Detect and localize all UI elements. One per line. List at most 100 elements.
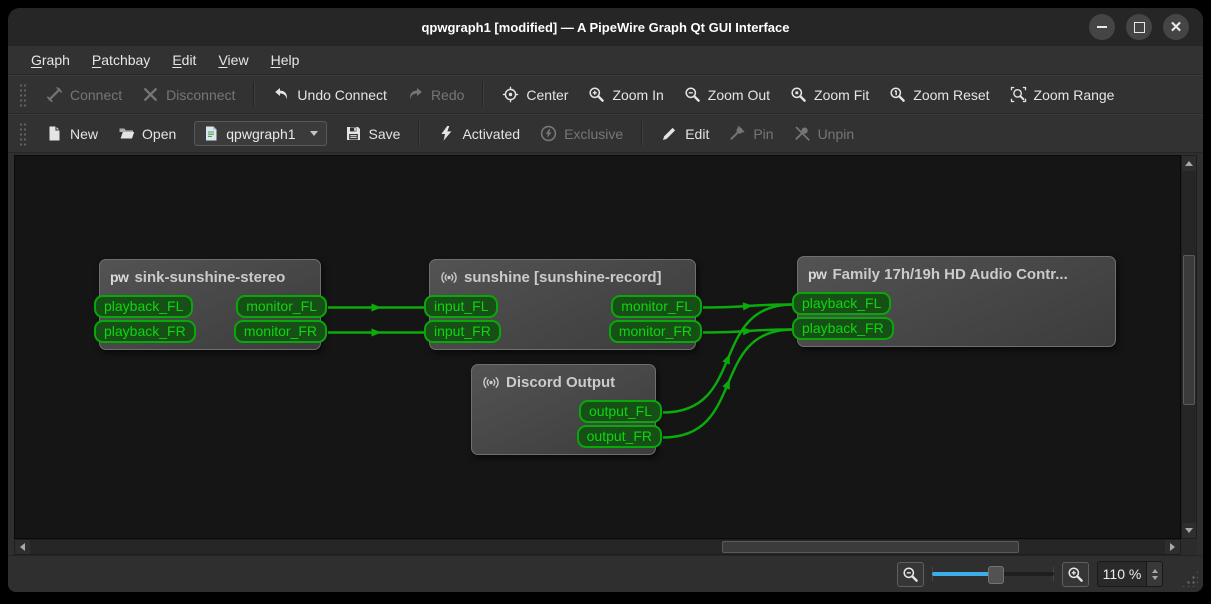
scroll-left-button[interactable] xyxy=(15,540,30,554)
pin-icon xyxy=(729,125,746,142)
button-label: Connect xyxy=(70,87,122,103)
port-row: playback_FR xyxy=(798,317,1115,340)
redo-button[interactable]: Redo xyxy=(398,81,473,108)
patchbay-file-combobox[interactable]: qpwgraph1 xyxy=(194,121,326,146)
edit-pencil-icon xyxy=(661,125,678,142)
h-scroll-track[interactable] xyxy=(30,540,1165,554)
port-playback-fl[interactable]: playback_FL xyxy=(94,295,193,318)
zoom-out-icon xyxy=(684,86,701,103)
zoom-slider[interactable] xyxy=(932,563,1054,585)
port-playback-fr[interactable]: playback_FR xyxy=(792,317,894,340)
pin-button[interactable]: Pin xyxy=(720,120,782,147)
center-button[interactable]: Center xyxy=(493,81,577,108)
close-button[interactable]: ✕ xyxy=(1163,14,1189,40)
node-header[interactable]: sunshine [sunshine-record] xyxy=(430,267,695,291)
node-sunshine[interactable]: sunshine [sunshine-record] input_FLmonito… xyxy=(429,259,696,350)
main-content: pwsink-sunshine-stereoplayback_FLmonitor… xyxy=(8,153,1203,555)
node-header[interactable]: pwsink-sunshine-stereo xyxy=(100,267,320,291)
maximize-button[interactable] xyxy=(1126,14,1152,40)
port-monitor-fl[interactable]: monitor_FL xyxy=(236,295,327,318)
button-label: Activated xyxy=(462,126,520,142)
ports-container: output_FLoutput_FR xyxy=(472,400,655,448)
port-output-fr[interactable]: output_FR xyxy=(577,425,662,448)
activated-button[interactable]: Activated xyxy=(429,120,529,147)
zoom-range-button[interactable]: Zoom Range xyxy=(1001,81,1124,108)
slider-handle[interactable] xyxy=(988,566,1004,584)
toolbar-drag-handle[interactable] xyxy=(19,122,27,146)
node-header[interactable]: Discord Output xyxy=(472,372,655,396)
undo-connect-button[interactable]: Undo Connect xyxy=(264,81,396,108)
vertical-scrollbar[interactable] xyxy=(1181,155,1197,539)
scroll-right-button[interactable] xyxy=(1165,540,1180,554)
button-label: Undo Connect xyxy=(297,87,387,103)
menu-edit[interactable]: Edit xyxy=(163,49,205,71)
node-title: Family 17h/19h HD Audio Contr... xyxy=(832,266,1067,283)
menu-graph[interactable]: Graph xyxy=(22,49,79,71)
toolbar-drag-handle[interactable] xyxy=(19,83,27,107)
zoom-in-button[interactable]: Zoom In xyxy=(579,81,672,108)
port-row: playback_FRmonitor_FR xyxy=(100,320,320,343)
connect-icon xyxy=(46,86,63,103)
unpin-icon xyxy=(794,125,811,142)
zoom-in-icon xyxy=(1067,566,1084,583)
node-header[interactable]: pw Family 17h/19h HD Audio Contr... xyxy=(798,264,1115,288)
port-monitor-fr[interactable]: monitor_FR xyxy=(609,320,702,343)
node-sink[interactable]: pwsink-sunshine-stereo playback_FLmonitor… xyxy=(99,259,321,350)
connect-button[interactable]: Connect xyxy=(37,81,131,108)
button-label: Zoom In xyxy=(612,87,663,103)
node-discord[interactable]: Discord Output output_FLoutput_FR xyxy=(471,364,656,455)
toolbar-separator xyxy=(253,82,255,107)
ports-container: playback_FLplayback_FR xyxy=(798,292,1115,340)
h-scroll-thumb[interactable] xyxy=(722,541,1019,553)
port-input-fl[interactable]: input_FL xyxy=(424,295,498,318)
horizontal-scrollbar[interactable] xyxy=(14,539,1181,555)
zoom-range-icon xyxy=(1010,86,1027,103)
zoom-out-button[interactable] xyxy=(897,562,924,587)
resize-grip[interactable] xyxy=(1181,570,1198,587)
zoom-in-button[interactable] xyxy=(1062,562,1089,587)
port-playback-fr[interactable]: playback_FR xyxy=(94,320,196,343)
ports-container: playback_FLmonitor_FLplayback_FRmonitor_… xyxy=(100,295,320,343)
arrow-down-icon xyxy=(1185,528,1193,533)
zoom-reset-button[interactable]: Zoom Reset xyxy=(880,81,998,108)
open-button[interactable]: Open xyxy=(109,120,185,147)
node-title: Discord Output xyxy=(506,374,615,391)
scroll-up-button[interactable] xyxy=(1182,156,1196,171)
disconnect-button[interactable]: Disconnect xyxy=(133,81,244,108)
edit-button[interactable]: Edit xyxy=(652,120,718,147)
stream-icon xyxy=(482,374,500,391)
port-monitor-fr[interactable]: monitor_FR xyxy=(234,320,327,343)
graph-canvas[interactable]: pwsink-sunshine-stereoplayback_FLmonitor… xyxy=(14,155,1181,539)
minimize-button[interactable] xyxy=(1089,14,1115,40)
save-button[interactable]: Save xyxy=(336,120,410,147)
v-scroll-thumb[interactable] xyxy=(1183,255,1195,405)
menu-help[interactable]: Help xyxy=(262,49,309,71)
port-monitor-fl[interactable]: monitor_FL xyxy=(611,295,702,318)
new-button[interactable]: New xyxy=(37,120,107,147)
port-playback-fl[interactable]: playback_FL xyxy=(792,292,891,315)
v-scroll-track[interactable] xyxy=(1182,171,1196,523)
scroll-down-button[interactable] xyxy=(1182,523,1196,538)
maximize-icon xyxy=(1134,22,1145,33)
exclusive-button[interactable]: Exclusive xyxy=(531,120,632,147)
port-input-fr[interactable]: input_FR xyxy=(424,320,501,343)
app-window: qpwgraph1 [modified] — A PipeWire Graph … xyxy=(8,8,1203,592)
button-label: Redo xyxy=(431,87,464,103)
menu-patchbay[interactable]: Patchbay xyxy=(83,49,159,71)
menu-view[interactable]: View xyxy=(209,49,257,71)
slider-fill xyxy=(932,572,995,576)
button-label: Disconnect xyxy=(166,87,235,103)
zoom-spinbox[interactable]: 110 % xyxy=(1097,561,1163,587)
port-output-fl[interactable]: output_FL xyxy=(579,400,662,423)
toolbar-graph: ConnectDisconnectUndo ConnectRedoCenter … xyxy=(8,75,1203,114)
zoom-out-button[interactable]: Zoom Out xyxy=(675,81,779,108)
spin-arrows[interactable] xyxy=(1146,562,1162,586)
unpin-button[interactable]: Unpin xyxy=(785,120,864,147)
zoom-fit-button[interactable]: Zoom Fit xyxy=(781,81,878,108)
port-row: input_FLmonitor_FL xyxy=(430,295,695,318)
toolbar-separator xyxy=(641,121,643,146)
patchbay-file-icon xyxy=(203,125,220,142)
title-bar[interactable]: qpwgraph1 [modified] — A PipeWire Graph … xyxy=(8,8,1203,46)
pipewire-icon: pw xyxy=(808,267,826,281)
node-family[interactable]: pw Family 17h/19h HD Audio Contr... playba… xyxy=(797,256,1116,347)
